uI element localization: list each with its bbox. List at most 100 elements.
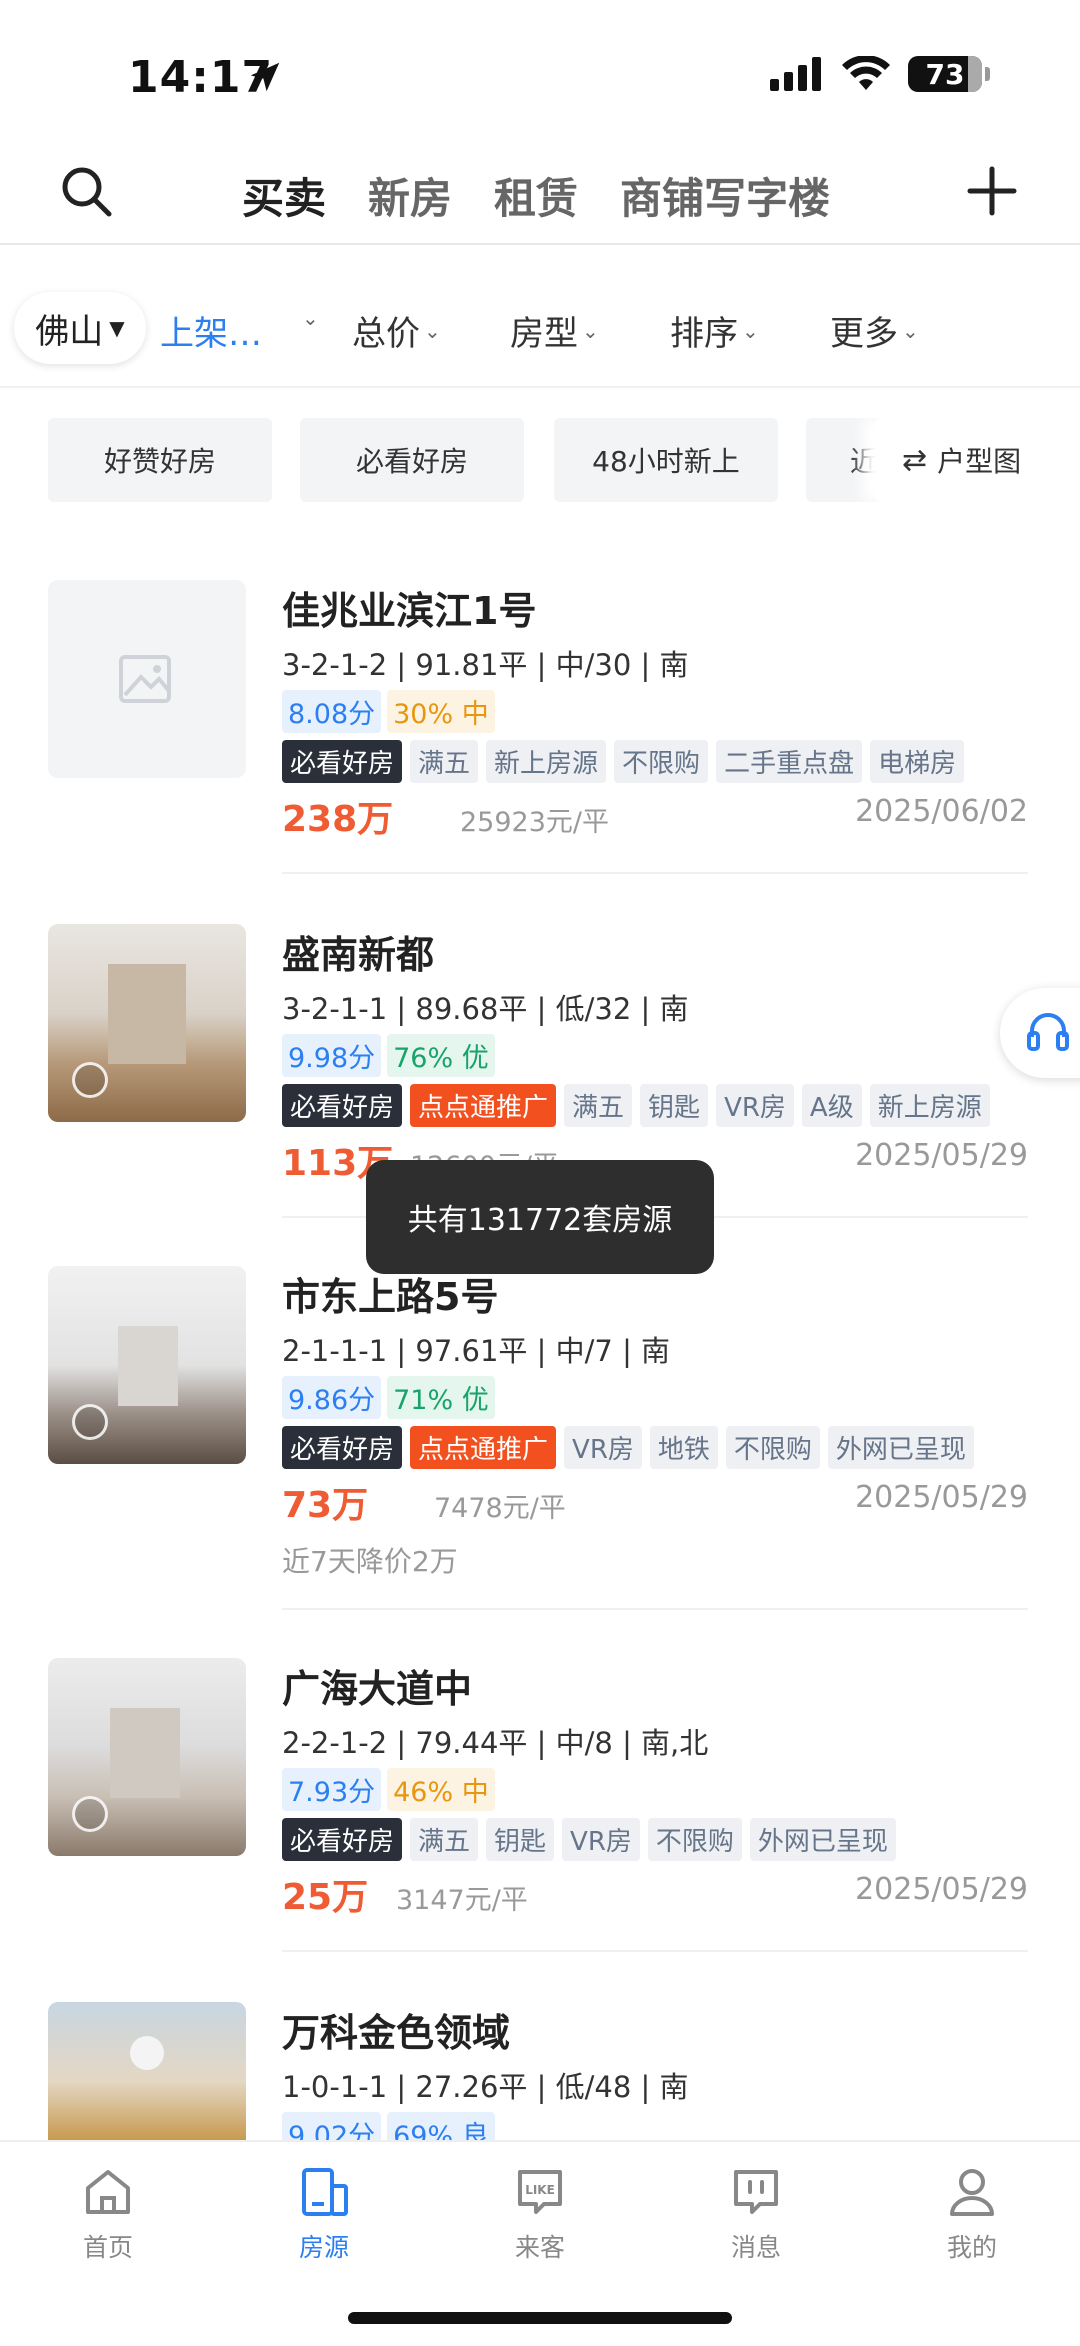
customer-service-button[interactable] xyxy=(1000,988,1080,1078)
listing-tag: 满五 xyxy=(410,1818,479,1861)
swap-icon: ⇄ xyxy=(902,442,928,478)
vr-badge-icon xyxy=(72,1062,108,1098)
tab-listings[interactable]: 房源 xyxy=(264,2162,384,2264)
room-photo-detail xyxy=(118,1326,178,1406)
listing-price: 25万 xyxy=(282,1877,369,1918)
signal-icon xyxy=(770,57,821,91)
listing-tag: 点点通推广 xyxy=(410,1084,557,1127)
listing-tag: VR房 xyxy=(562,1818,640,1861)
listing-tag: 必看好房 xyxy=(282,740,403,783)
layout-filter[interactable]: 房型 ⌄ xyxy=(510,306,599,355)
listing-title: 佳兆业滨江1号 xyxy=(282,589,537,633)
user-icon xyxy=(950,2169,994,2216)
rating-badge: 30% 中 xyxy=(387,690,495,733)
tab-new-homes[interactable]: 新房 xyxy=(368,165,452,226)
listing-meta: 2-2-1-2 | 79.44平 | 中/8 | 南,北 xyxy=(282,1726,709,1760)
listing-date: 2025/05/29 xyxy=(855,1480,1028,1515)
plus-icon[interactable] xyxy=(966,165,1018,217)
more-filter[interactable]: 更多 ⌄ xyxy=(830,306,919,355)
floor-plan-tag[interactable]: ⇄ 户型图 xyxy=(876,418,1080,502)
status-bar: 14:17 73 xyxy=(0,0,1080,140)
battery-icon: 73 xyxy=(908,56,990,92)
tab-buy-sell[interactable]: 买卖 xyxy=(242,165,326,226)
listing-tag: 必看好房 xyxy=(282,1426,403,1469)
svg-text:LIKE: LIKE xyxy=(525,2183,555,2197)
listing-title: 广海大道中 xyxy=(282,1667,473,1711)
listing-scores: 9.86分 71% 优 xyxy=(282,1376,495,1419)
listing-price: 238万 xyxy=(282,799,394,840)
top-nav: 买卖 新房 租赁 商铺写字楼 xyxy=(0,145,1080,245)
tab-home[interactable]: 首页 xyxy=(48,2162,168,2264)
quick-tags: 好赞好房 必看好房 48小时新上 近 ⇄ 户型图 xyxy=(0,418,1080,502)
listing-tags: 必看好房 点点通推广 VR房 地铁 不限购 外网已呈现 xyxy=(282,1426,974,1469)
listing-thumbnail xyxy=(48,924,246,1122)
score-badge: 8.08分 xyxy=(282,690,382,733)
listing-date: 2025/05/29 xyxy=(855,1872,1028,1907)
listing-tags: 必看好房 满五 新上房源 不限购 二手重点盘 电梯房 xyxy=(282,740,965,783)
home-icon xyxy=(86,2170,130,2214)
listing-tag: 必看好房 xyxy=(282,1818,403,1861)
list-item[interactable]: 市东上路5号 2-1-1-1 | 97.61平 | 中/7 | 南 9.86分 … xyxy=(0,1266,1080,1586)
listing-meta: 3-2-1-1 | 89.68平 | 低/32 | 南 xyxy=(282,992,689,1026)
tab-visitors[interactable]: LIKE 来客 xyxy=(480,2162,600,2264)
listed-filter-label: 上架… xyxy=(160,314,262,354)
listing-tags: 必看好房 满五 钥匙 VR房 不限购 外网已呈现 xyxy=(282,1818,896,1861)
listing-tag: 满五 xyxy=(564,1084,633,1127)
vr-badge-icon xyxy=(72,1404,108,1440)
sort-filter[interactable]: 排序 ⌄ xyxy=(670,306,759,355)
listing-tag: 必看好房 xyxy=(282,1084,403,1127)
listing-title: 市东上路5号 xyxy=(282,1275,499,1319)
divider xyxy=(282,872,1028,874)
listing-thumbnail xyxy=(48,1266,246,1464)
score-badge: 7.93分 xyxy=(282,1768,382,1811)
chevron-down-icon: ⌄ xyxy=(742,318,759,343)
total-price-filter[interactable]: 总价 ⌄ xyxy=(352,306,441,355)
rating-badge: 76% 优 xyxy=(387,1034,495,1077)
listing-tag: 电梯房 xyxy=(870,740,965,783)
chevron-down-icon: ⌄ xyxy=(424,318,441,343)
total-price-label: 总价 xyxy=(352,314,420,354)
listing-tag: 新上房源 xyxy=(486,740,607,783)
tab-profile-label: 我的 xyxy=(946,2233,997,2262)
room-photo-detail xyxy=(108,964,186,1064)
listing-tags: 必看好房 点点通推广 满五 钥匙 VR房 A级 新上房源 xyxy=(282,1084,990,1127)
listing-scores: 9.98分 76% 优 xyxy=(282,1034,495,1077)
listing-unit-price: 7478元/平 xyxy=(434,1493,566,1524)
rating-badge: 69% 良 xyxy=(387,2112,495,2140)
listing-thumbnail xyxy=(48,580,246,778)
home-indicator xyxy=(348,2312,732,2324)
chevron-down-icon: ⌄ xyxy=(582,318,599,343)
list-item[interactable]: 万科金色领域 1-0-1-1 | 27.26平 | 低/48 | 南 9.02分… xyxy=(0,2002,1080,2140)
tab-messages[interactable]: 消息 xyxy=(696,2162,816,2264)
bottom-tab-bar: 首页 房源 LIKE 来客 消息 我的 xyxy=(0,2140,1080,2346)
listed-filter-caret[interactable]: ⌄ xyxy=(298,306,319,330)
listing-tag: 钥匙 xyxy=(486,1818,555,1861)
listing-thumbnail xyxy=(48,1658,246,1856)
tab-messages-label: 消息 xyxy=(730,2233,781,2262)
tab-profile[interactable]: 我的 xyxy=(912,2162,1032,2264)
wifi-icon xyxy=(842,56,890,90)
tab-commercial[interactable]: 商铺写字楼 xyxy=(620,165,830,226)
listing-tag: 钥匙 xyxy=(640,1084,709,1127)
listing-tag: 外网已呈现 xyxy=(827,1426,974,1469)
message-icon xyxy=(734,2170,778,2214)
divider xyxy=(282,1950,1028,1952)
city-selector[interactable]: 佛山 ▼ xyxy=(14,292,146,364)
tab-listings-label: 房源 xyxy=(298,2233,349,2262)
quick-tag[interactable]: 必看好房 xyxy=(300,418,524,502)
quick-tag[interactable]: 好赞好房 xyxy=(48,418,272,502)
quick-tag[interactable]: 48小时新上 xyxy=(554,418,778,502)
list-item[interactable]: 佳兆业滨江1号 3-2-1-2 | 91.81平 | 中/30 | 南 8.08… xyxy=(0,580,1080,880)
top-tabs: 买卖 新房 租赁 商铺写字楼 xyxy=(242,165,830,226)
listing-unit-price: 3147元/平 xyxy=(396,1885,528,1916)
tab-rental[interactable]: 租赁 xyxy=(494,165,578,226)
status-indicators: 73 xyxy=(770,56,990,92)
search-icon[interactable] xyxy=(58,163,114,219)
list-item[interactable]: 广海大道中 2-2-1-2 | 79.44平 | 中/8 | 南,北 7.93分… xyxy=(0,1658,1080,1958)
listing-tag: 新上房源 xyxy=(869,1084,990,1127)
listing-tag: VR房 xyxy=(716,1084,794,1127)
caret-down-icon: ▼ xyxy=(109,316,125,340)
listed-filter[interactable]: 上架… xyxy=(160,306,262,355)
like-icon: LIKE xyxy=(518,2170,562,2214)
score-badge: 9.98分 xyxy=(282,1034,382,1077)
